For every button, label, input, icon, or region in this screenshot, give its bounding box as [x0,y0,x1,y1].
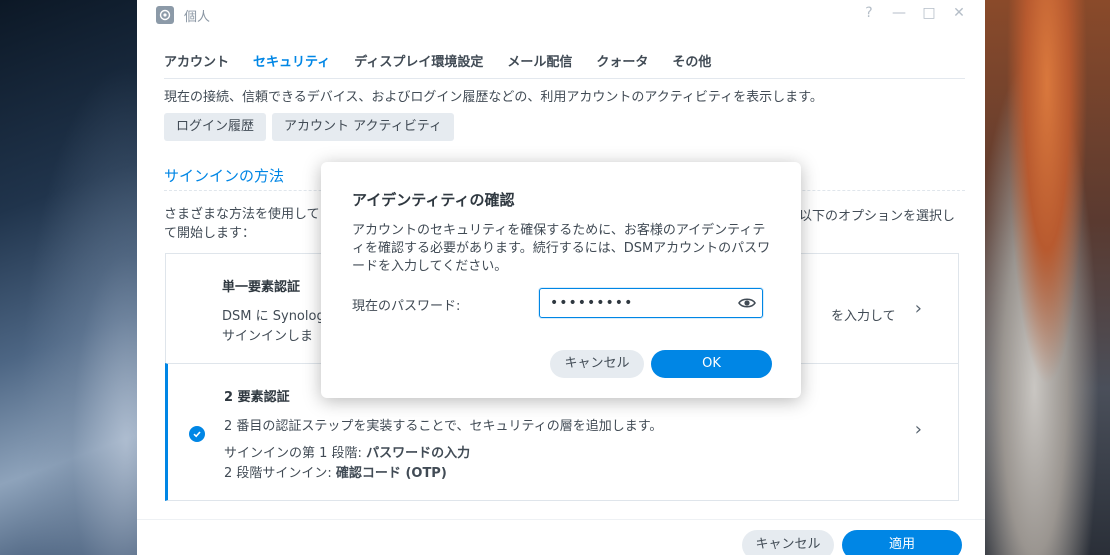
two-factor-line3-label: 2 段階サインイン: [224,466,336,481]
single-factor-line1-right: を入力して [831,309,896,324]
signin-description-line2: て開始します： [164,226,256,241]
window-controls: ? — □ ✕ [861,5,967,21]
two-factor-line1: 2 番目の認証ステップを実装することで、セキュリティの層を追加します。 [224,419,663,434]
tab-security[interactable]: セキュリティ [253,48,330,77]
two-factor-line2: サインインの第 1 段階: パスワードの入力 [224,442,470,461]
chevron-right-icon[interactable]: › [915,419,922,440]
activity-buttons: ログイン履歴 アカウント アクティビティ [164,113,454,141]
two-factor-title: 2 要素認証 [224,390,290,405]
security-description: 現在の接続、信頼できるデバイス、およびログイン履歴などの、利用アカウントのアクテ… [164,90,823,105]
window-titlebar: 個人 [137,0,985,30]
single-factor-title: 単一要素認証 [222,280,301,295]
apply-button[interactable]: 適用 [842,530,962,555]
dialog-cancel-button[interactable]: キャンセル [550,350,644,378]
dialog-ok-button[interactable]: OK [651,350,772,378]
tab-display-preferences[interactable]: ディスプレイ環境設定 [354,48,483,77]
two-factor-line2-value: パスワードの入力 [366,446,471,461]
two-factor-line3: 2 段階サインイン: 確認コード (OTP) [224,462,447,481]
tab-email-delivery[interactable]: メール配信 [507,48,572,77]
eye-icon[interactable] [738,295,756,314]
maximize-icon[interactable]: □ [921,5,937,21]
desktop-wallpaper-right [984,0,1110,555]
signin-method-title: サインインの方法 [164,167,285,185]
personal-app-icon [156,6,174,24]
dialog-title: アイデンティティの確認 [352,191,515,209]
single-factor-line1-left: DSM に Synolog [222,309,325,324]
tab-account[interactable]: アカウント [164,48,229,77]
current-password-label: 現在のパスワード: [352,299,461,314]
cancel-button[interactable]: キャンセル [742,530,834,555]
account-activity-button[interactable]: アカウント アクティビティ [272,113,454,141]
window-footer: キャンセル 適用 [137,519,985,555]
dialog-message: アカウントのセキュリティを確保するために、お客様のアイデンティティを確認する必要… [352,223,771,274]
single-factor-line2: サインインしま [222,329,314,344]
selected-check-icon [189,426,205,442]
close-icon[interactable]: ✕ [951,5,967,21]
help-icon[interactable]: ? [861,5,877,21]
current-password-input[interactable] [550,289,730,317]
current-password-field[interactable] [539,288,763,318]
signin-description-right: 以下のオプションを選択し [799,209,956,224]
login-history-button[interactable]: ログイン履歴 [164,113,267,141]
minimize-icon[interactable]: — [891,5,907,21]
desktop-wallpaper-left [0,0,140,555]
settings-tabs: アカウント セキュリティ ディスプレイ環境設定 メール配信 クォータ その他 [164,48,965,79]
tab-quota[interactable]: クォータ [596,48,648,77]
tab-others[interactable]: その他 [672,48,711,77]
chevron-right-icon[interactable]: › [915,298,922,319]
two-factor-line2-label: サインインの第 1 段階: [224,446,367,461]
identity-verification-dialog: アイデンティティの確認 アカウントのセキュリティを確保するために、お客様のアイデ… [321,162,801,398]
signin-description-left: さまざまな方法を使用して [164,207,320,222]
two-factor-line3-value: 確認コード (OTP) [335,466,447,481]
window-title: 個人 [184,9,211,25]
